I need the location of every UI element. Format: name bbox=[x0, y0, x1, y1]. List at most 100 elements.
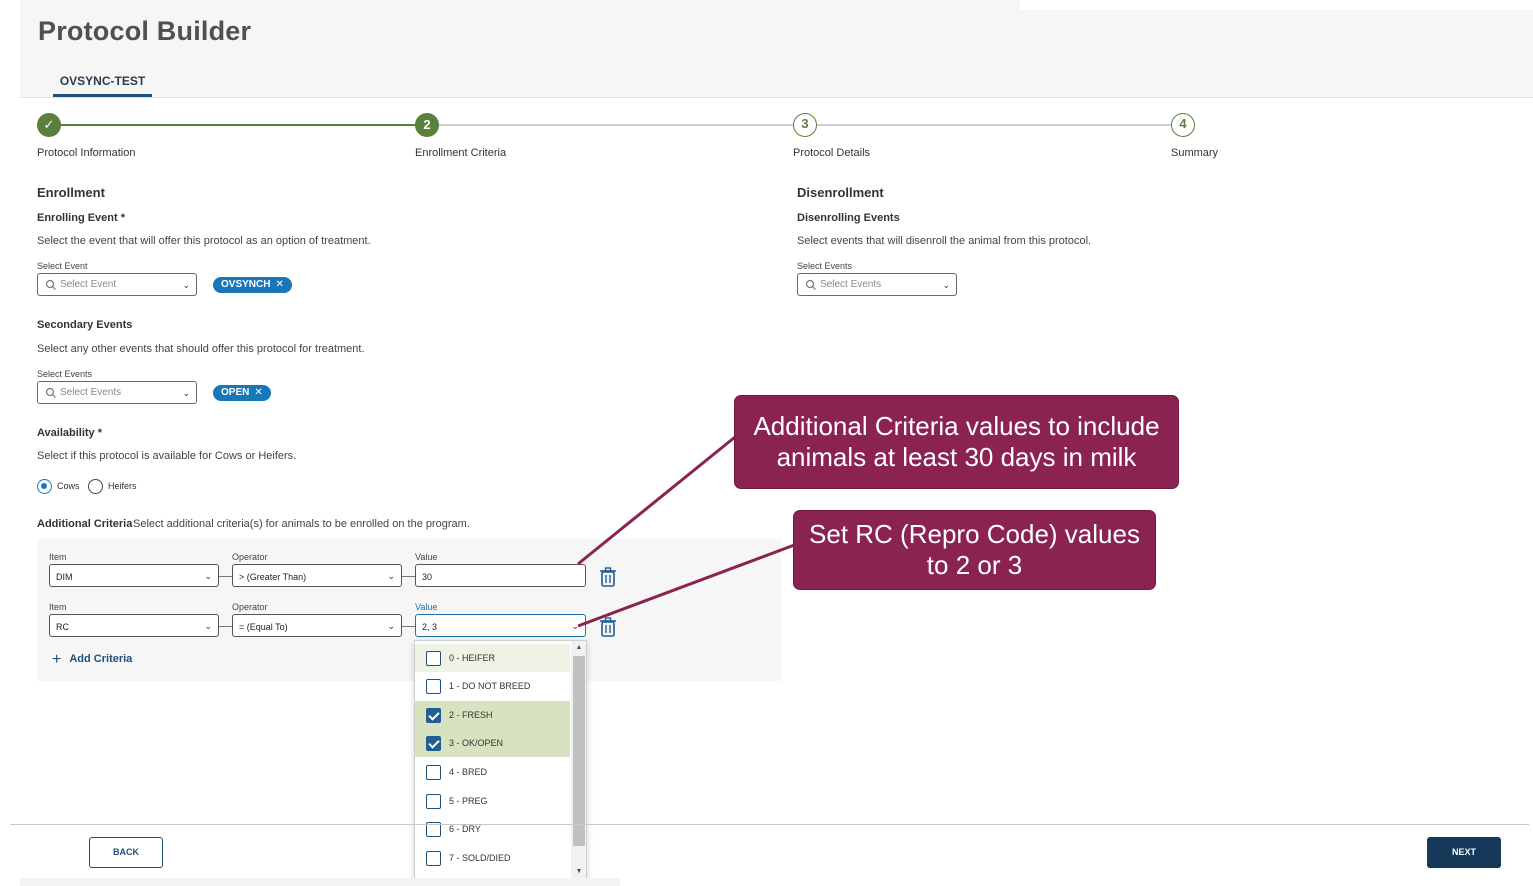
option-label: 4 - BRED bbox=[449, 767, 488, 777]
chevron-down-icon: ⌄ bbox=[387, 621, 395, 631]
scroll-up-icon[interactable]: ▲ bbox=[571, 641, 586, 655]
option-label: 6 - DRY bbox=[449, 824, 481, 834]
search-icon bbox=[45, 387, 56, 398]
step-2-circle[interactable]: 2 bbox=[415, 113, 439, 137]
trash-icon[interactable] bbox=[599, 617, 617, 637]
trash-icon[interactable] bbox=[599, 567, 617, 587]
option-label: 2 - FRESH bbox=[449, 710, 493, 720]
checkbox[interactable] bbox=[426, 679, 441, 694]
disenrolling-events-placeholder: Select Events bbox=[820, 279, 882, 290]
step-1-label: Protocol Information bbox=[37, 147, 136, 159]
option-label: 3 - OK/OPEN bbox=[449, 738, 504, 748]
additional-criteria-title: Additional Criteria bbox=[37, 518, 133, 530]
checkbox-checked[interactable] bbox=[426, 708, 441, 723]
checkbox[interactable] bbox=[426, 851, 441, 866]
disenrolling-events-desc: Select events that will disenroll the an… bbox=[797, 235, 1092, 247]
option-6[interactable]: 6 - DRY bbox=[415, 815, 570, 843]
option-label: 1 - DO NOT BREED bbox=[449, 681, 531, 691]
select-event-label: Select Event bbox=[37, 261, 88, 271]
criteria-value-text: 2, 3 bbox=[422, 622, 438, 632]
option-7[interactable]: 7 - SOLD/DIED bbox=[415, 844, 570, 872]
item-label: Item bbox=[49, 602, 67, 612]
value-label: Value bbox=[415, 552, 438, 562]
step-3-label: Protocol Details bbox=[793, 147, 871, 159]
scrollbar-thumb[interactable] bbox=[573, 656, 585, 846]
secondary-events-select[interactable]: Select Events ⌄ bbox=[37, 381, 197, 404]
checkbox-checked[interactable] bbox=[426, 736, 441, 751]
callout-two-line-1: Set RC (Repro Code) values bbox=[809, 519, 1140, 549]
radio-cows-label: Cows bbox=[57, 481, 80, 491]
connector bbox=[219, 576, 233, 577]
back-button[interactable]: BACK bbox=[89, 837, 163, 868]
connector bbox=[402, 576, 416, 577]
footer-strip bbox=[20, 878, 620, 886]
chip-ovsynch[interactable]: OVSYNCH ✕ bbox=[213, 277, 292, 293]
radio-heifers-label: Heifers bbox=[108, 481, 137, 491]
chevron-down-icon: ⌄ bbox=[182, 280, 190, 290]
add-criteria-button[interactable]: + Add Criteria bbox=[52, 651, 132, 669]
checkbox[interactable] bbox=[426, 651, 441, 666]
operator-label: Operator bbox=[232, 552, 268, 562]
criteria-operator-select[interactable]: > (Greater Than) ⌄ bbox=[232, 564, 402, 587]
criteria-item-select[interactable]: RC ⌄ bbox=[49, 614, 219, 637]
connector bbox=[402, 626, 416, 627]
criteria-operator-value: > (Greater Than) bbox=[239, 572, 307, 582]
disenrolling-events-select[interactable]: Select Events ⌄ bbox=[797, 273, 957, 296]
callout-rc-values: Set RC (Repro Code) values to 2 or 3 bbox=[793, 510, 1156, 590]
step-4-circle[interactable]: 4 bbox=[1171, 113, 1195, 137]
secondary-events-desc: Select any other events that should offe… bbox=[37, 343, 365, 355]
close-icon[interactable]: ✕ bbox=[254, 387, 262, 398]
chevron-down-icon: ⌄ bbox=[204, 621, 212, 631]
additional-criteria-desc: Select additional criteria(s) for animal… bbox=[133, 518, 470, 530]
disenrolling-events-title: Disenrolling Events bbox=[797, 212, 900, 224]
criteria-value-select[interactable]: 2, 3 ⌄ bbox=[415, 614, 586, 637]
option-1[interactable]: 1 - DO NOT BREED bbox=[415, 672, 570, 700]
option-3[interactable]: 3 - OK/OPEN bbox=[415, 729, 570, 757]
chip-ovsynch-label: OVSYNCH bbox=[221, 279, 271, 290]
header-strip bbox=[1020, 0, 1533, 10]
page-header: Protocol Builder OVSYNC-TEST bbox=[20, 0, 1533, 98]
callout-dim-criteria: Additional Criteria values to include an… bbox=[734, 395, 1179, 489]
enrolling-event-placeholder: Select Event bbox=[60, 279, 117, 290]
criteria-value-text: 30 bbox=[422, 572, 433, 582]
availability-title: Availability * bbox=[37, 427, 103, 439]
radio-cows[interactable] bbox=[37, 479, 52, 494]
option-2[interactable]: 2 - FRESH bbox=[415, 701, 570, 729]
checkbox[interactable] bbox=[426, 765, 441, 780]
disenrollment-title: Disenrollment bbox=[797, 185, 884, 200]
connector bbox=[219, 626, 233, 627]
step-3-circle[interactable]: 3 bbox=[793, 113, 817, 137]
checkbox[interactable] bbox=[426, 794, 441, 809]
option-label: 0 - HEIFER bbox=[449, 653, 496, 663]
chevron-down-icon: ⌄ bbox=[182, 388, 190, 398]
criteria-item-value: DIM bbox=[56, 572, 73, 582]
rc-options-dropdown[interactable]: 0 - HEIFER 1 - DO NOT BREED 2 - FRESH 3 … bbox=[414, 640, 587, 880]
next-button[interactable]: NEXT bbox=[1427, 837, 1501, 868]
option-0[interactable]: 0 - HEIFER bbox=[415, 644, 570, 672]
callout-two-line-2: to 2 or 3 bbox=[926, 550, 1023, 580]
criteria-panel bbox=[37, 539, 781, 681]
search-icon bbox=[805, 279, 816, 290]
close-icon[interactable]: ✕ bbox=[275, 279, 283, 290]
item-label: Item bbox=[49, 552, 67, 562]
criteria-item-select[interactable]: DIM ⌄ bbox=[49, 564, 219, 587]
enrolling-event-title: Enrolling Event * bbox=[37, 212, 126, 224]
tab-protocol[interactable]: OVSYNC-TEST bbox=[53, 70, 152, 97]
criteria-operator-select[interactable]: = (Equal To) ⌄ bbox=[232, 614, 402, 637]
enrolling-event-select[interactable]: Select Event ⌄ bbox=[37, 273, 197, 296]
option-4[interactable]: 4 - BRED bbox=[415, 758, 570, 786]
option-label: 7 - SOLD/DIED bbox=[449, 853, 511, 863]
step-1-check-icon[interactable]: ✓ bbox=[37, 113, 61, 137]
scroll-down-icon[interactable]: ▼ bbox=[571, 865, 586, 879]
enrolling-event-desc: Select the event that will offer this pr… bbox=[37, 235, 371, 247]
callout-one-line-1: Additional Criteria values to include bbox=[753, 411, 1160, 441]
criteria-value-input[interactable]: 30 bbox=[415, 564, 586, 587]
radio-heifers[interactable] bbox=[88, 479, 103, 494]
enrollment-title: Enrollment bbox=[37, 185, 105, 200]
criteria-operator-value: = (Equal To) bbox=[239, 622, 288, 632]
chip-open[interactable]: OPEN ✕ bbox=[213, 385, 271, 401]
page-title: Protocol Builder bbox=[38, 16, 252, 46]
chevron-down-icon: ⌄ bbox=[387, 571, 395, 581]
option-5[interactable]: 5 - PREG bbox=[415, 787, 570, 815]
footer-divider bbox=[10, 824, 1529, 825]
